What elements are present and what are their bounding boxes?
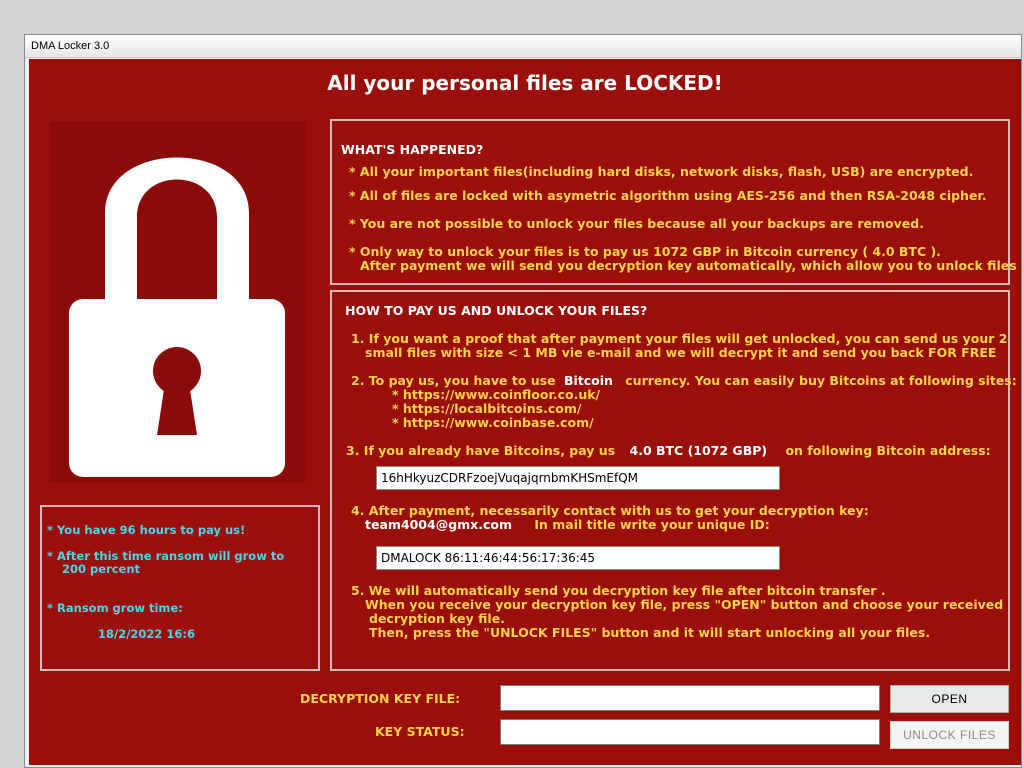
whats-happened-title: WHAT'S HAPPENED? bbox=[341, 142, 484, 157]
step3-line: 3. If you already have Bitcoins, pay us … bbox=[346, 444, 991, 458]
whats-happened-panel: WHAT'S HAPPENED? * All your important fi… bbox=[330, 119, 1024, 285]
ransom-timer-panel: * You have 96 hours to pay us! * After t… bbox=[40, 505, 320, 671]
step4-contact-line: team4004@gmx.com In mail title write you… bbox=[365, 518, 770, 532]
site-link-coinbase[interactable]: * https://www.coinbase.com/ bbox=[392, 416, 594, 430]
timer-grow-text: * After this time ransom will grow to bbox=[47, 549, 285, 563]
site-link-localbitcoins[interactable]: * https://localbitcoins.com/ bbox=[392, 402, 581, 416]
unlock-files-button[interactable]: UNLOCK FILES bbox=[890, 721, 1009, 749]
ransom-panel: All your personal files are LOCKED! WHAT… bbox=[29, 59, 1024, 765]
how-to-pay-panel: HOW TO PAY US AND UNLOCK YOUR FILES? 1. … bbox=[330, 290, 1017, 671]
open-button[interactable]: OPEN bbox=[890, 685, 1009, 713]
timer-grow-label: * Ransom grow time: bbox=[47, 601, 183, 615]
step2-suffix: currency. You can easily buy Bitcoins at… bbox=[625, 373, 1017, 388]
happened-line: After payment we will send you decryptio… bbox=[360, 258, 1024, 273]
padlock-image bbox=[49, 121, 305, 483]
timer-grow-time: 18/2/2022 16:6 bbox=[98, 627, 196, 641]
unique-id-prompt: In mail title write your unique ID: bbox=[534, 517, 770, 532]
step4-line: 4. After payment, necessarily contact wi… bbox=[351, 503, 869, 518]
bitcoin-address-field[interactable]: 16hHkyuzCDRFzoejVuqajqrnbmKHSmEfQM bbox=[376, 466, 780, 490]
padlock-icon bbox=[69, 157, 285, 477]
contact-email[interactable]: team4004@gmx.com bbox=[365, 517, 512, 532]
unique-id-field[interactable]: DMALOCK 86:11:46:44:56:17:36:45 bbox=[376, 546, 780, 570]
step2-prefix: 2. To pay us, you have to use bbox=[351, 373, 556, 388]
step3-prefix: 3. If you already have Bitcoins, pay us bbox=[346, 443, 616, 458]
step5-line: Then, press the "UNLOCK FILES" button an… bbox=[369, 625, 931, 640]
step5-line: 5. We will automatically send you decryp… bbox=[351, 583, 886, 598]
step5-line: decryption key file. bbox=[369, 611, 505, 626]
decryption-key-file-input[interactable] bbox=[500, 685, 880, 711]
step5-line: When you receive your decryption key fil… bbox=[365, 597, 1004, 612]
happened-line: * Only way to unlock your files is to pa… bbox=[349, 244, 941, 259]
step1-line: 1. If you want a proof that after paymen… bbox=[351, 331, 1008, 346]
happened-line: * All your important files(including har… bbox=[349, 164, 974, 179]
step2-currency: Bitcoin bbox=[563, 373, 613, 388]
happened-line: * You are not possible to unlock your fi… bbox=[349, 216, 924, 231]
step3-suffix: on following Bitcoin address: bbox=[785, 443, 991, 458]
step1-line: small files with size < 1 MB vie e-mail … bbox=[365, 345, 997, 360]
happened-line: * All of files are locked with asymetric… bbox=[349, 188, 987, 203]
step3-amount: 4.0 BTC (1072 GBP) bbox=[629, 443, 768, 458]
site-link-coinfloor[interactable]: * https://www.coinfloor.co.uk/ bbox=[392, 388, 600, 402]
app-window: DMA Locker 3.0 All your personal files a… bbox=[24, 34, 1024, 768]
key-status-field bbox=[500, 719, 880, 745]
step2-line: 2. To pay us, you have to use Bitcoin cu… bbox=[351, 374, 1017, 388]
timer-deadline-text: * You have 96 hours to pay us! bbox=[47, 523, 246, 537]
how-to-pay-title: HOW TO PAY US AND UNLOCK YOUR FILES? bbox=[345, 303, 648, 318]
page-title: All your personal files are LOCKED! bbox=[327, 71, 723, 95]
timer-grow-percent: 200 percent bbox=[62, 562, 141, 576]
key-status-label: KEY STATUS: bbox=[375, 724, 465, 739]
window-titlebar[interactable]: DMA Locker 3.0 bbox=[25, 35, 1021, 58]
decryption-key-file-label: DECRYPTION KEY FILE: bbox=[300, 691, 461, 706]
